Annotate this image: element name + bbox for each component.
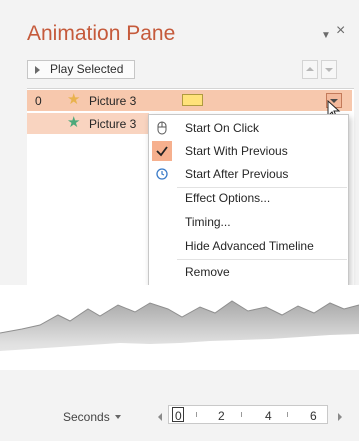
play-selected-label: Play Selected — [50, 62, 124, 76]
menu-item-label: Start After Previous — [185, 167, 289, 181]
minor-tick — [241, 412, 242, 417]
menu-item-label: Remove — [185, 265, 230, 279]
menu-item-hide-advanced-timeline[interactable]: Hide Advanced Timeline — [149, 235, 348, 257]
play-icon — [35, 66, 40, 74]
emphasis-star-icon: ★ — [67, 114, 81, 131]
entrance-star-icon: ★ — [67, 91, 81, 108]
minor-tick — [287, 412, 288, 417]
tick-label: 0 — [175, 409, 182, 423]
move-earlier-button[interactable] — [302, 60, 318, 79]
menu-separator — [177, 187, 347, 188]
seconds-label[interactable]: Seconds — [63, 410, 110, 424]
menu-separator — [177, 259, 347, 260]
menu-item-effect-options[interactable]: Effect Options... — [149, 187, 348, 209]
animation-name: Picture 3 — [89, 117, 137, 131]
chevron-down-icon[interactable] — [115, 415, 121, 419]
minor-tick — [196, 412, 197, 417]
menu-item-label: Start On Click — [185, 121, 260, 135]
menu-item-timing[interactable]: Timing... — [149, 211, 348, 233]
tick-label: 4 — [265, 409, 272, 423]
pane-options-icon[interactable]: ▼ — [321, 29, 331, 43]
scroll-left-icon[interactable] — [158, 413, 162, 421]
scroll-right-icon[interactable] — [338, 413, 342, 421]
move-later-button[interactable] — [321, 60, 337, 79]
checkmark-icon — [152, 141, 172, 161]
tick-label: 2 — [218, 409, 225, 423]
animation-pane: Animation Pane ▼ × Play Selected 0 ★ Pic… — [0, 0, 359, 441]
tick-label: 6 — [310, 409, 317, 423]
play-selected-button[interactable]: Play Selected — [27, 60, 135, 79]
menu-item-label: Start With Previous — [185, 144, 288, 158]
menu-item-label: Timing... — [185, 215, 231, 229]
context-menu: Start On Click Start With Previous Start… — [148, 114, 349, 286]
animation-name: Picture 3 — [89, 94, 137, 108]
menu-item-start-after-previous[interactable]: Start After Previous — [149, 163, 348, 185]
menu-item-remove[interactable]: Remove — [149, 259, 348, 283]
menu-item-label: Effect Options... — [185, 191, 271, 205]
mouse-click-icon — [157, 121, 167, 135]
animation-row[interactable]: 0 ★ Picture 3 — [27, 90, 352, 111]
timeline-ruler[interactable]: 0 2 4 6 — [168, 405, 328, 424]
animation-row[interactable]: ★ Picture 3 — [27, 113, 149, 134]
menu-item-start-on-click[interactable]: Start On Click — [149, 117, 348, 139]
pane-title: Animation Pane — [27, 22, 176, 45]
close-icon[interactable]: × — [336, 23, 345, 39]
menu-item-label: Hide Advanced Timeline — [185, 239, 314, 253]
timing-bar[interactable] — [182, 94, 203, 106]
clock-icon — [156, 168, 168, 180]
menu-item-start-with-previous[interactable]: Start With Previous — [149, 140, 348, 162]
animation-index: 0 — [35, 94, 42, 108]
